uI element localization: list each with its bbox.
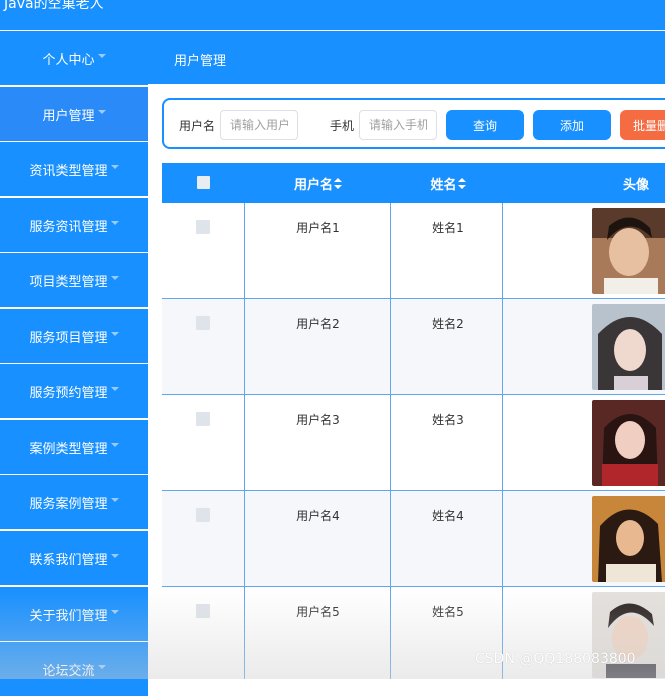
column-header-label: 姓名 [430,177,457,193]
caret-down-icon [110,332,119,336]
batch-delete-button[interactable]: 批量删除 [620,110,665,140]
sidebar-item-service-news-management[interactable]: 服务资讯管理 [0,198,148,252]
cell-divider [502,491,503,587]
avatar [592,304,665,390]
cell-divider [390,395,391,491]
caret-down-icon [110,554,119,558]
caret-down-icon [110,498,119,502]
sidebar-item-project-type-management[interactable]: 项目类型管理 [0,253,148,307]
phone-label: 手机 [330,119,355,133]
table-row[interactable]: 用户名2 姓名2 [162,299,665,395]
sidebar-item-case-type-management[interactable]: 案例类型管理 [0,420,148,474]
cell-divider [244,491,245,587]
sidebar-item-forum[interactable]: 论坛交流 [0,642,148,696]
row-checkbox[interactable] [196,412,210,426]
sidebar-item-label: 用户管理 [42,108,95,124]
column-header-name[interactable]: 姓名 [398,163,498,203]
username-cell: 用户名4 [296,509,340,523]
column-header-avatar: 头像 [612,163,660,203]
cell-divider [390,299,391,395]
cell-divider [244,299,245,395]
sidebar: 个人中心 用户管理 资讯类型管理 服务资讯管理 项目类型管理 服务项目管理 服务… [0,31,148,696]
caret-down-icon [97,665,106,669]
caret-down-icon [110,443,119,447]
row-checkbox[interactable] [196,220,210,234]
row-checkbox[interactable] [196,508,210,522]
sidebar-item-label: 联系我们管理 [29,552,108,568]
page-title: 用户管理 [174,54,227,69]
table-header: 用户名 姓名 头像 [162,163,665,203]
table-row[interactable]: 用户名4 姓名4 [162,491,665,587]
sort-icon[interactable] [334,177,342,189]
caret-down-icon [110,165,119,169]
cell-divider [502,299,503,395]
sidebar-item-service-booking-management[interactable]: 服务预约管理 [0,364,148,418]
sidebar-item-label: 服务预约管理 [29,385,108,401]
cell-divider [502,395,503,491]
query-button[interactable]: 查询 [446,110,524,140]
sidebar-item-label: 资讯类型管理 [29,163,108,179]
sidebar-item-label: 项目类型管理 [29,274,108,290]
username-search-input[interactable] [220,110,298,140]
username-cell: 用户名5 [296,605,340,619]
cell-divider [502,203,503,299]
caret-down-icon [110,387,119,391]
watermark: CSDN @QQ188083800 [475,651,636,667]
app-title: Java的空巢老人 [4,0,104,12]
sidebar-item-label: 服务资讯管理 [29,219,108,235]
add-button[interactable]: 添加 [533,110,611,140]
avatar [592,208,665,294]
name-cell: 姓名4 [432,509,464,523]
table-row[interactable]: 用户名3 姓名3 [162,395,665,491]
sidebar-item-about-management[interactable]: 关于我们管理 [0,587,148,641]
cell-divider [244,203,245,299]
column-header-label: 用户名 [293,177,333,193]
user-table: 用户名 姓名 头像 用户名1 姓名1 用户名2 姓名2 用户名3 姓名3 用户名… [162,163,665,679]
sidebar-item-personal-center[interactable]: 个人中心 [0,31,148,85]
sidebar-item-label: 关于我们管理 [29,608,108,624]
sort-icon[interactable] [457,177,466,189]
sidebar-item-label: 论坛交流 [42,663,95,679]
sidebar-item-label: 服务案例管理 [29,496,108,512]
username-cell: 用户名1 [296,221,340,235]
sidebar-item-news-type-management[interactable]: 资讯类型管理 [0,142,148,196]
column-header-label: 头像 [622,177,649,193]
top-bar: Java的空巢老人 [0,0,665,30]
caret-down-icon [110,221,119,225]
caret-down-icon [110,276,119,280]
cell-divider [390,491,391,587]
cell-divider [390,203,391,299]
avatar [592,496,665,582]
name-cell: 姓名3 [432,413,464,427]
cell-divider [390,587,391,679]
sidebar-item-service-case-management[interactable]: 服务案例管理 [0,475,148,529]
sidebar-item-label: 服务项目管理 [29,330,108,346]
row-checkbox[interactable] [196,604,210,618]
sidebar-item-service-project-management[interactable]: 服务项目管理 [0,309,148,363]
name-cell: 姓名2 [432,317,464,331]
avatar [592,400,665,486]
content-header: 用户管理 [148,31,665,84]
username-cell: 用户名3 [296,413,340,427]
name-cell: 姓名1 [432,221,464,235]
row-checkbox[interactable] [196,316,210,330]
name-cell: 姓名5 [432,605,464,619]
sidebar-item-user-management[interactable]: 用户管理 [0,87,148,141]
caret-down-icon [97,54,106,58]
caret-down-icon [110,610,119,614]
username-cell: 用户名2 [296,317,340,331]
cell-divider [244,395,245,491]
cell-divider [244,587,245,679]
search-panel: 用户名 手机 查询 添加 批量删除 [162,98,665,149]
column-header-username[interactable]: 用户名 [258,163,378,203]
caret-down-icon [97,110,106,114]
username-label: 用户名 [179,119,216,133]
select-all-checkbox[interactable] [197,176,210,189]
sidebar-item-label: 个人中心 [42,52,95,68]
sidebar-item-label: 案例类型管理 [29,441,108,457]
table-row[interactable]: 用户名1 姓名1 [162,203,665,299]
phone-search-input[interactable] [359,110,437,140]
sidebar-item-contact-management[interactable]: 联系我们管理 [0,531,148,585]
